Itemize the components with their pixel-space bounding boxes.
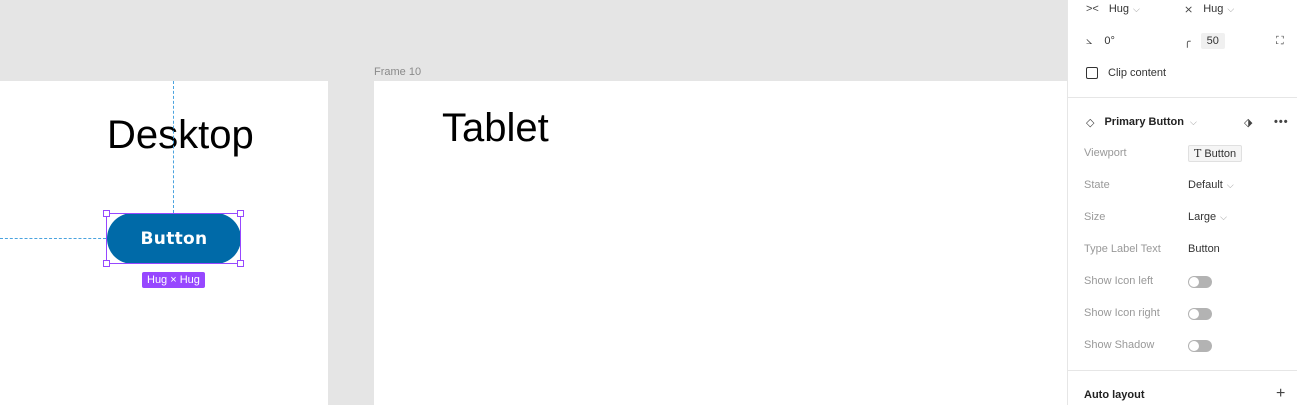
prop-label-viewport: Viewport [1084, 147, 1127, 159]
toggle-switch[interactable] [1188, 276, 1212, 288]
properties-panel: >< Hug ⌵ ⨯ Hug ⌵ ⦣ 0° ╭ 50 ⛶ Clip conten… [1067, 0, 1297, 405]
rotation-control[interactable]: ⦣ 0° [1086, 34, 1115, 48]
prop-label-size: Size [1084, 211, 1106, 223]
primary-button-instance[interactable]: Button [107, 213, 241, 264]
horizontal-resize-icon: >< [1086, 3, 1099, 15]
expand-corners-icon: ⛶ [1276, 34, 1284, 47]
prop-label-show-icon-right: Show Icon right [1084, 307, 1160, 319]
rotation-value: 0° [1104, 35, 1115, 47]
clip-content-toggle[interactable]: Clip content [1086, 66, 1166, 80]
size-badge: Hug × Hug [142, 272, 205, 288]
prop-value-type-label-text[interactable]: Button [1188, 243, 1220, 255]
width-control[interactable]: >< Hug ⌵ [1086, 2, 1140, 16]
resize-handle-top-left[interactable] [103, 210, 110, 217]
clip-content-checkbox[interactable] [1086, 67, 1098, 79]
go-to-main-component-button[interactable]: ⬗ [1244, 114, 1252, 130]
prop-label-show-icon-left: Show Icon left [1084, 275, 1154, 287]
design-canvas[interactable]: Frame 10 Desktop Tablet Button Hug × Hug [0, 0, 1067, 405]
vertical-guide [173, 81, 174, 213]
plus-icon: + [1276, 385, 1286, 402]
section-divider [1068, 97, 1297, 98]
resize-handle-bottom-right[interactable] [237, 260, 244, 267]
component-name: Primary Button [1104, 116, 1184, 128]
rotation-angle-icon: ⦣ [1086, 34, 1093, 47]
desktop-heading[interactable]: Desktop [107, 113, 254, 158]
auto-layout-title: Auto layout [1084, 389, 1145, 401]
height-control[interactable]: ⨯ Hug ⌵ [1184, 2, 1234, 16]
component-instance-icon: ◇ [1086, 116, 1095, 129]
horizontal-guide [0, 238, 106, 239]
prop-label-type-label-text: Type Label Text [1084, 243, 1161, 255]
prop-value-size[interactable]: Large ⌵ [1188, 211, 1227, 223]
more-options-button[interactable]: ••• [1274, 114, 1289, 130]
toggle-show-shadow[interactable] [1188, 340, 1212, 352]
frame-label[interactable]: Frame 10 [374, 66, 421, 78]
height-mode: Hug [1203, 3, 1224, 15]
tablet-heading[interactable]: Tablet [442, 106, 549, 151]
add-auto-layout-button[interactable]: + [1276, 385, 1285, 403]
resize-handle-bottom-left[interactable] [103, 260, 110, 267]
independent-corners-button[interactable]: ⛶ [1276, 33, 1284, 49]
clip-content-label: Clip content [1108, 67, 1167, 79]
corner-radius-value: 50 [1200, 33, 1225, 49]
chevron-down-icon: ⌵ [1133, 3, 1140, 14]
toggle-show-icon-right[interactable] [1188, 308, 1212, 320]
edit-component-icon: ⬗ [1244, 116, 1253, 129]
prop-value-viewport[interactable]: T Button [1188, 145, 1243, 162]
resize-handle-top-right[interactable] [237, 210, 244, 217]
corner-radius-icon: ╭ [1184, 35, 1191, 48]
more-icon: ••• [1274, 116, 1289, 128]
chevron-down-icon: ⌵ [1220, 211, 1227, 222]
corner-radius-control[interactable]: ╭ 50 [1184, 32, 1225, 50]
toggle-show-icon-left[interactable] [1188, 276, 1212, 288]
chevron-down-icon: ⌵ [1227, 3, 1235, 14]
prop-label-state: State [1084, 179, 1110, 191]
width-mode: Hug [1108, 3, 1130, 15]
toggle-switch[interactable] [1188, 308, 1212, 320]
prop-value-state[interactable]: Default ⌵ [1188, 179, 1234, 191]
auto-layout-header: Auto layout [1084, 387, 1145, 403]
chevron-down-icon: ⌵ [1189, 116, 1197, 127]
prop-label-show-shadow: Show Shadow [1084, 339, 1155, 351]
text-type-icon: T [1194, 147, 1202, 160]
section-divider [1068, 370, 1297, 371]
vertical-resize-icon: ⨯ [1184, 3, 1194, 16]
text-property-chip[interactable]: T Button [1188, 145, 1243, 162]
toggle-switch[interactable] [1188, 340, 1212, 352]
component-selector[interactable]: ◇ Primary Button ⌵ [1086, 114, 1197, 130]
chevron-down-icon: ⌵ [1226, 179, 1234, 190]
